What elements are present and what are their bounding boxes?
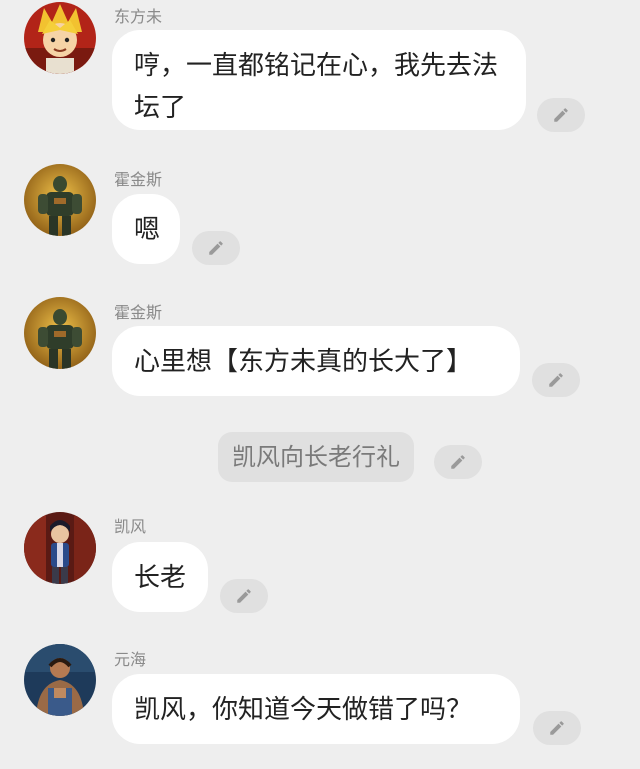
armored-warrior-avatar-icon: [24, 297, 96, 369]
message-bubble[interactable]: 心里想【东方未真的长大了】: [112, 326, 520, 396]
message-bubble[interactable]: 凯风，你知道今天做错了吗？: [112, 674, 520, 744]
edit-button[interactable]: [220, 579, 268, 613]
pencil-icon: [550, 721, 564, 735]
edit-button[interactable]: [537, 98, 585, 132]
pencil-icon: [451, 455, 465, 469]
message-bubble[interactable]: 哼，一直都铭记在心，我先去法坛了: [112, 30, 526, 130]
sender-name: 霍金斯: [114, 170, 163, 189]
message-text: 心里想【东方未真的长大了】: [134, 347, 473, 377]
avatar[interactable]: [24, 297, 96, 369]
avatar[interactable]: [24, 644, 96, 716]
blond-boy-avatar-icon: [24, 2, 96, 74]
dark-haired-youth-avatar-icon: [24, 512, 96, 584]
message-text: 长老: [134, 563, 187, 593]
narration-bubble[interactable]: 凯风向长老行礼: [218, 432, 414, 482]
avatar[interactable]: [24, 2, 96, 74]
message-bubble[interactable]: 嗯: [112, 194, 180, 264]
muscular-man-avatar-icon: [24, 644, 96, 716]
sender-name: 凯风: [114, 517, 147, 536]
message-text: 凯风，你知道今天做错了吗？: [134, 695, 473, 725]
sender-name: 元海: [114, 650, 147, 669]
pencil-icon: [554, 108, 568, 122]
pencil-icon: [237, 589, 251, 603]
message-text: 嗯: [134, 215, 161, 245]
avatar[interactable]: [24, 164, 96, 236]
armored-warrior-avatar-icon: [24, 164, 96, 236]
edit-button[interactable]: [434, 445, 482, 479]
edit-button[interactable]: [192, 231, 240, 265]
edit-button[interactable]: [532, 363, 580, 397]
message-text: 哼，一直都铭记在心，我先去法坛了: [134, 51, 499, 123]
sender-name: 霍金斯: [114, 303, 163, 322]
message-bubble[interactable]: 长老: [112, 542, 208, 612]
edit-button[interactable]: [533, 711, 581, 745]
pencil-icon: [549, 373, 563, 387]
avatar[interactable]: [24, 512, 96, 584]
pencil-icon: [209, 241, 223, 255]
sender-name: 东方未: [114, 7, 163, 26]
